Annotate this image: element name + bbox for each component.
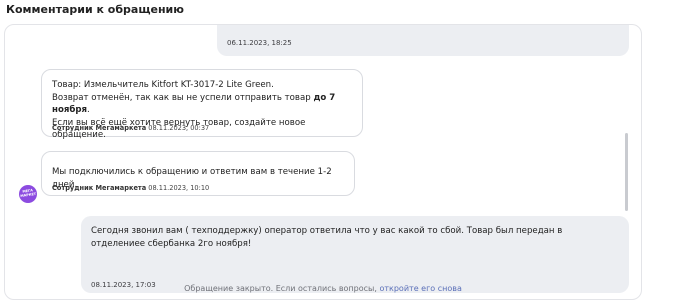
message-meta: Сотрудник Мегамаркета 08.11.2023, 10:10 [52, 184, 209, 192]
chat-scrollbar[interactable] [625, 133, 628, 211]
message-text: Сегодня звонил вам ( техподдержку) опера… [91, 226, 563, 249]
avatar-logo-text: МЕГА МАРКЕТ [19, 188, 37, 199]
ticket-closed-notice: Обращение закрыто. Если остались вопросы… [5, 284, 641, 293]
comments-panel: 06.11.2023, 18:25 Товар: Измельчитель Ki… [4, 24, 642, 300]
comments-section-title: Комментарии к обращению [6, 3, 184, 16]
message-timestamp: 08.11.2023, 00:37 [148, 124, 210, 132]
support-message-connected: Мы подключились к обращению и ответим ва… [41, 151, 355, 196]
megamarket-avatar-icon: МЕГА МАРКЕТ [19, 185, 37, 203]
message-line-cancel: Возврат отменён, так как вы не успели от… [52, 92, 336, 116]
closed-notice-text: Обращение закрыто. Если остались вопросы… [184, 284, 377, 293]
sender-name: Сотрудник Мегамаркета [52, 124, 147, 132]
sender-name: Сотрудник Мегамаркета [52, 184, 147, 192]
message-text: Товар: Измельчитель Kitfort KT-3017-2 Li… [52, 79, 354, 142]
reopen-ticket-link[interactable]: откройте его снова [379, 284, 461, 293]
message-timestamp: 06.11.2023, 18:25 [227, 39, 292, 47]
message-line-product: Товар: Измельчитель Kitfort KT-3017-2 Li… [52, 80, 274, 90]
user-outgoing-message: Сегодня звонил вам ( техподдержку) опера… [81, 216, 629, 293]
message-timestamp: 08.11.2023, 10:10 [148, 184, 210, 192]
outgoing-message-previous: 06.11.2023, 18:25 [217, 25, 629, 56]
message-meta: Сотрудник Мегамаркета 08.11.2023, 00:37 [52, 124, 209, 132]
support-message-return-cancelled: Товар: Измельчитель Kitfort KT-3017-2 Li… [41, 69, 363, 140]
